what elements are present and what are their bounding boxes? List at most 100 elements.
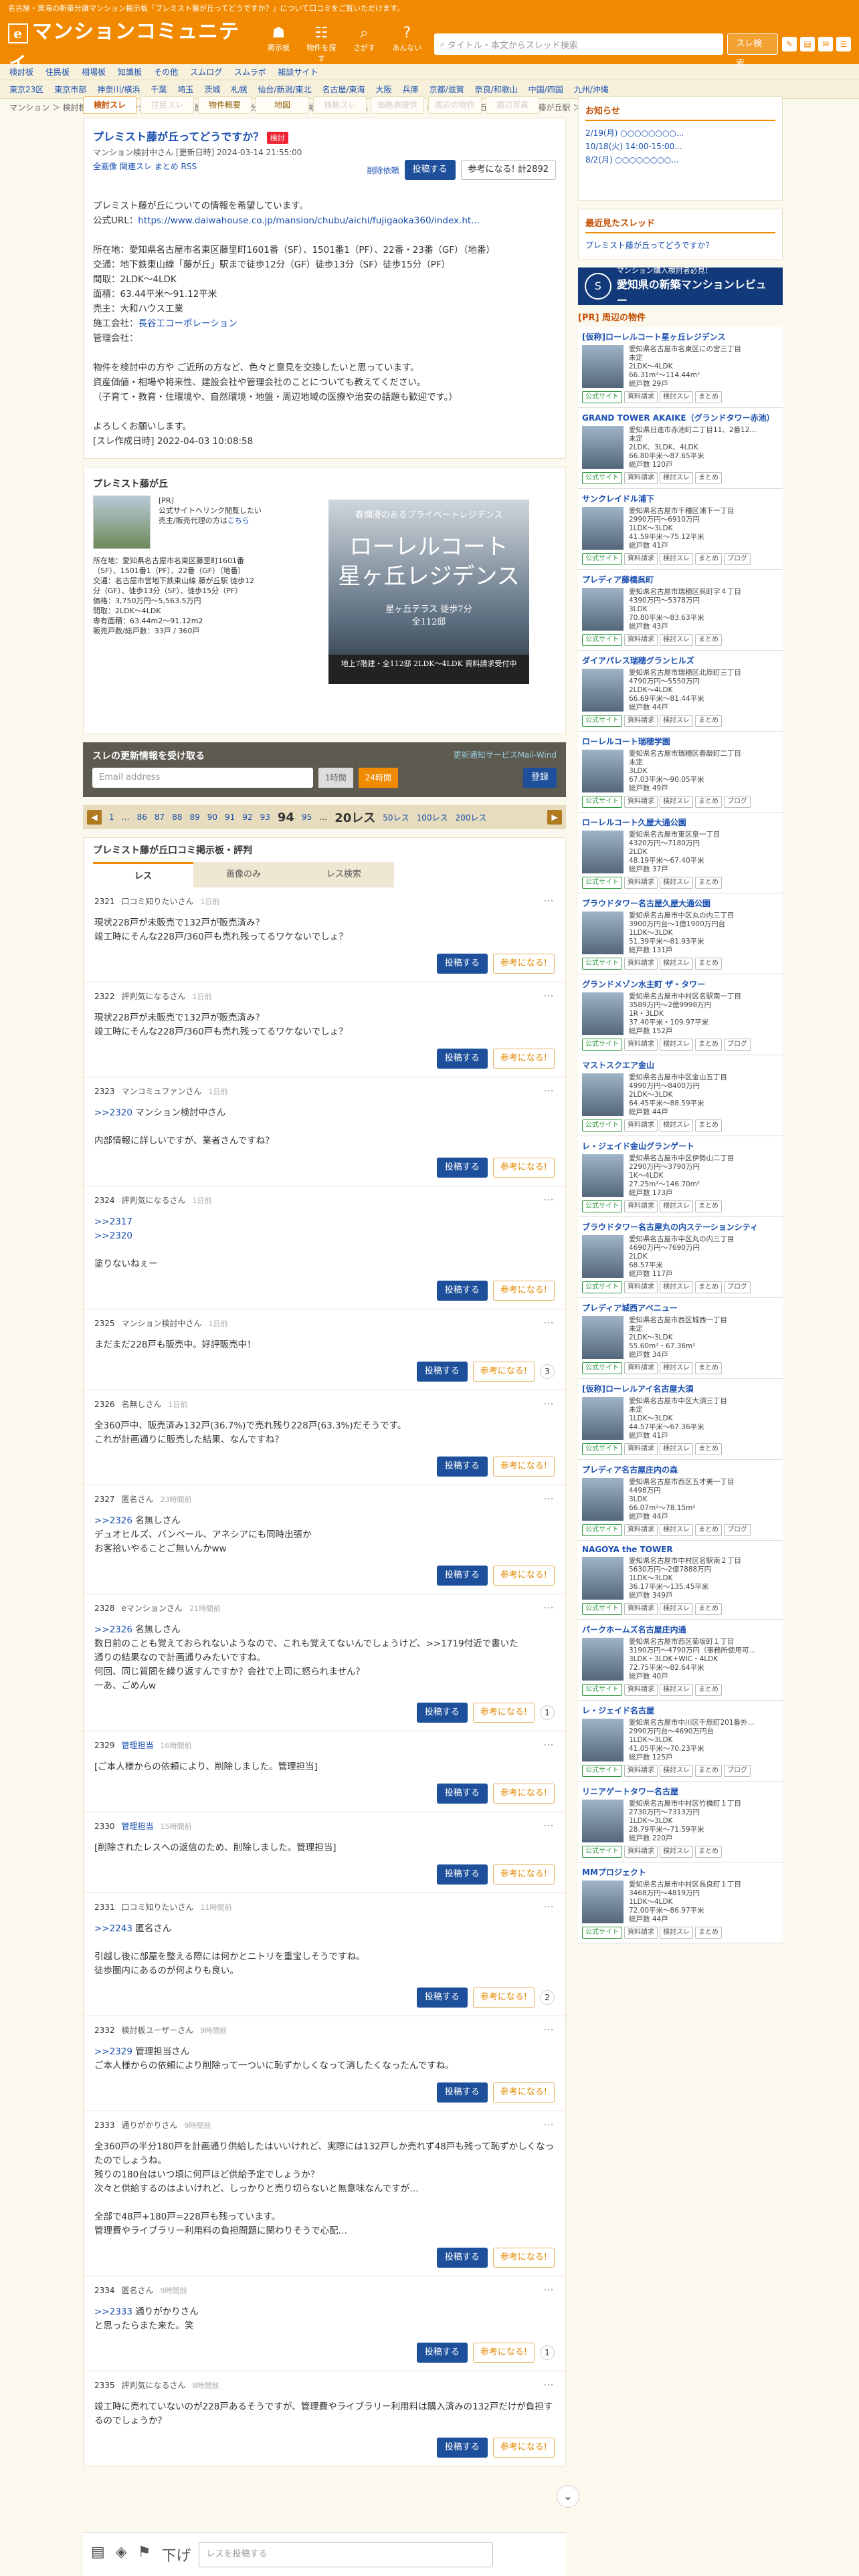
thread-title[interactable]: プレミスト藤が丘ってどうですか？ — [93, 130, 264, 143]
nearby-item-name[interactable]: プレディア名古屋庄内の森 — [578, 1464, 783, 1475]
email-field[interactable]: Email address — [92, 768, 313, 788]
pr-link[interactable]: こちら — [227, 516, 250, 525]
nearby-item-button[interactable]: 資料請求 — [624, 1281, 658, 1293]
nearby-item-button[interactable]: 公式サイト — [582, 1524, 622, 1536]
post-button[interactable]: 投稿する — [404, 160, 456, 180]
nearby-item-button[interactable]: 公式サイト — [582, 877, 622, 889]
notice-link[interactable]: 2/19(月) ○○○○○○○○... — [585, 126, 775, 140]
post-menu-icon[interactable]: ⋯ — [543, 1084, 555, 1097]
post-menu-icon[interactable]: ⋯ — [543, 1601, 555, 1614]
post-menu-icon[interactable]: ⋯ — [543, 1900, 555, 1913]
nearby-item-photo[interactable] — [582, 831, 624, 873]
post-menu-icon[interactable]: ⋯ — [543, 1492, 555, 1505]
page-link[interactable]: 95 — [302, 813, 312, 822]
post-helpful-button[interactable]: 参考になる! — [472, 1988, 535, 2008]
region-link[interactable]: 神奈川/横浜 — [97, 84, 140, 95]
nearby-item-name[interactable]: プレディア城西アベニュー — [578, 1302, 783, 1313]
post-reply-button[interactable]: 投稿する — [436, 1864, 488, 1885]
official-url-link[interactable]: https://www.daiwahouse.co.jp/mansion/chu… — [138, 215, 480, 226]
nearby-item-button[interactable]: 公式サイト — [582, 472, 622, 484]
nearby-item-button[interactable]: 資料請求 — [624, 1684, 658, 1696]
nearby-item-button[interactable]: まとめ — [695, 634, 722, 646]
nearby-item-button[interactable]: まとめ — [695, 1119, 722, 1132]
nearby-item-name[interactable]: NAGOYA the TOWER — [578, 1545, 783, 1554]
region-link[interactable]: 埼玉 — [177, 84, 193, 95]
post-helpful-button[interactable]: 参考になる! — [472, 1362, 535, 1382]
nearby-item-button[interactable]: 検討スレ — [660, 391, 693, 403]
nearby-item-button[interactable]: 公式サイト — [582, 958, 622, 970]
post-helpful-button[interactable]: 参考になる! — [492, 2082, 555, 2103]
post-reply-button[interactable]: 投稿する — [416, 1988, 468, 2008]
nearby-item-button[interactable]: 検討スレ — [660, 1039, 693, 1051]
nearby-item-button[interactable]: まとめ — [695, 1524, 722, 1536]
nearby-item-name[interactable]: ブラウドタワー名古屋丸の内ステーションシティ — [578, 1221, 783, 1232]
blog-button[interactable]: ブログ — [724, 1524, 751, 1536]
nearby-item-name[interactable]: MMプロジェクト — [578, 1866, 783, 1878]
review-banner[interactable]: S マンション購入検討者必見！ 愛知県の新築マンションレビュー — [578, 266, 783, 307]
nearby-item-button[interactable]: 公式サイト — [582, 1200, 622, 1212]
nearby-item-button[interactable]: 資料請求 — [624, 877, 658, 889]
header-nav-item[interactable]: ☷ 物件を探す — [303, 25, 339, 64]
header-icon[interactable]: ☰ — [836, 37, 851, 51]
ad-banner[interactable]: 春爛漫のあるプライベートレジデンス ローレルコート 星ヶ丘レジデンス 星ヶ丘テラ… — [328, 500, 529, 684]
nearby-item-button[interactable]: 検討スレ — [660, 796, 693, 808]
tab-item[interactable]: 地図 — [256, 96, 309, 114]
nearby-item-button[interactable]: 検討スレ — [660, 1281, 693, 1293]
header-icon[interactable]: ✉ — [818, 37, 833, 51]
nearby-item-button[interactable]: 資料請求 — [624, 472, 658, 484]
nearby-item-button[interactable]: まとめ — [695, 472, 722, 484]
region-link[interactable]: 兵庫 — [403, 84, 419, 95]
bottom-icon[interactable]: ▤ — [91, 2544, 105, 2565]
post-helpful-button[interactable]: 参考になる! — [492, 1158, 555, 1178]
nearby-item-button[interactable]: 資料請求 — [624, 1765, 658, 1777]
review-tab[interactable]: レス検索 — [294, 862, 394, 887]
post-helpful-button[interactable]: 参考になる! — [492, 1784, 555, 1804]
nearby-item-button[interactable]: 検討スレ — [660, 877, 693, 889]
nearby-item-photo[interactable] — [582, 1557, 624, 1600]
nearby-item-name[interactable]: リニアゲートタワー名古屋 — [578, 1786, 783, 1797]
nearby-item-button[interactable]: まとめ — [695, 1927, 722, 1939]
post-helpful-button[interactable]: 参考になる! — [492, 1457, 555, 1477]
post-reply-button[interactable]: 投稿する — [436, 2248, 488, 2268]
nearby-item-button[interactable]: 資料請求 — [624, 1039, 658, 1051]
page-link[interactable]: 92 — [242, 813, 252, 822]
thread-link[interactable]: RSS — [181, 162, 197, 171]
post-reply-button[interactable]: 投稿する — [436, 1566, 488, 1586]
interval-1h[interactable]: 1時間 — [318, 768, 353, 788]
header-nav-item[interactable]: ☗ 掲示板 — [260, 25, 296, 64]
post-reply-button[interactable]: 投稿する — [436, 1158, 488, 1178]
recent-thread-link[interactable]: プレミスト藤が丘ってどうですか？ — [585, 239, 775, 252]
reply-anchor-link[interactable]: >>2320 — [94, 1107, 132, 1118]
nearby-item-name[interactable]: ブラウドタワー名古屋久屋大通公園 — [578, 897, 783, 909]
post-reply-button[interactable]: 投稿する — [436, 1049, 488, 1069]
post-menu-icon[interactable]: ⋯ — [543, 2283, 555, 2296]
property-photo[interactable] — [93, 496, 151, 549]
blog-button[interactable]: ブログ — [724, 1039, 751, 1051]
blog-button[interactable]: ブログ — [724, 553, 751, 565]
region-link[interactable]: 札幌 — [231, 84, 247, 95]
nearby-item-button[interactable]: 資料請求 — [624, 634, 658, 646]
notice-link[interactable]: 8/2(月) ○○○○○○○○... — [585, 153, 775, 167]
next-page-arrow[interactable]: ▶ — [547, 810, 562, 825]
blog-button[interactable]: ブログ — [724, 1281, 751, 1293]
nearby-item-button[interactable]: 資料請求 — [624, 1119, 658, 1132]
reply-input[interactable]: レスを投稿する — [199, 2541, 494, 2567]
nearby-item-button[interactable]: 公式サイト — [582, 1039, 622, 1051]
nearby-item-button[interactable]: 検討スレ — [660, 1846, 693, 1858]
page-link[interactable]: … — [122, 813, 130, 822]
nearby-item-button[interactable]: まとめ — [695, 391, 722, 403]
nearby-item-photo[interactable] — [582, 1235, 624, 1278]
post-menu-icon[interactable]: ⋯ — [543, 2023, 555, 2036]
post-reply-button[interactable]: 投稿する — [436, 1457, 488, 1477]
thread-link[interactable]: まとめ — [155, 162, 179, 171]
region-link[interactable]: 九州/沖縄 — [574, 84, 609, 95]
nearby-item-photo[interactable] — [582, 588, 624, 631]
nearby-item-button[interactable]: 検討スレ — [660, 1200, 693, 1212]
nearby-item-button[interactable]: まとめ — [695, 1684, 722, 1696]
page-link[interactable]: 93 — [260, 813, 270, 822]
post-menu-icon[interactable]: ⋯ — [543, 1819, 555, 1832]
nearby-item-button[interactable]: 公式サイト — [582, 634, 622, 646]
region-link[interactable]: 大阪 — [376, 84, 392, 95]
nearby-item-button[interactable]: 検討スレ — [660, 1443, 693, 1455]
nearby-item-button[interactable]: 公式サイト — [582, 1765, 622, 1777]
